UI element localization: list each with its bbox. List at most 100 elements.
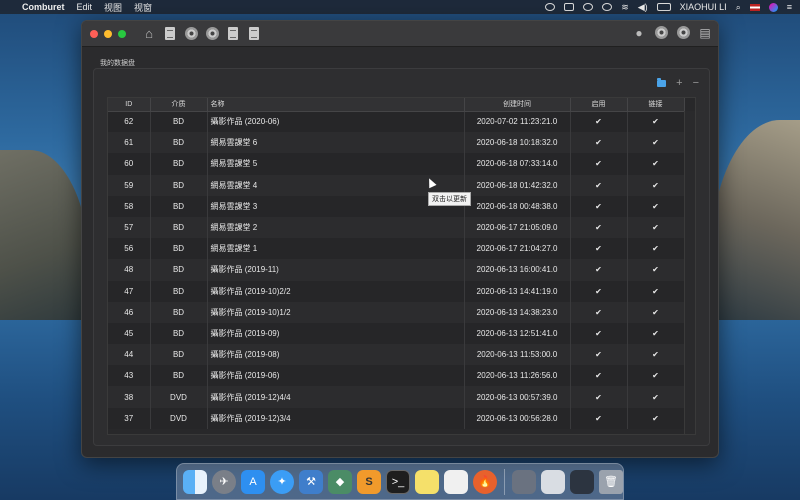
volume-icon[interactable]: ◀) <box>638 2 648 13</box>
column-header-id[interactable]: ID <box>108 98 151 112</box>
cell-link[interactable]: ✔ <box>627 153 685 175</box>
notes-icon[interactable] <box>415 469 439 494</box>
remove-icon[interactable]: − <box>693 77 699 89</box>
table-row[interactable]: 62 BD 攝影作品 (2020-06) 2020-07-02 11:23:21.0 ✔… <box>108 111 685 133</box>
textedit-icon[interactable] <box>444 469 468 494</box>
folder-icon[interactable] <box>657 77 667 87</box>
table-row[interactable]: 45 BD 攝影作品 (2019-09) 2020-06-13 12:51:41.0 ✔… <box>108 322 685 345</box>
cell-link[interactable]: ✔ <box>627 111 685 133</box>
cell-link[interactable]: ✔ <box>627 344 685 366</box>
cell-link[interactable]: ✔ <box>627 365 685 387</box>
storage-icon[interactable]: ▤ <box>698 25 712 40</box>
file-icon[interactable] <box>226 26 240 41</box>
disc-burn-icon[interactable] <box>654 25 668 40</box>
disc-icon[interactable] <box>184 26 198 41</box>
column-header-name[interactable]: 名称 <box>207 98 465 112</box>
cell-enabled[interactable]: ✔ <box>570 365 628 387</box>
column-header-enabled[interactable]: 启用 <box>570 98 628 112</box>
zoom-window-button[interactable] <box>118 29 126 38</box>
cell-enabled[interactable]: ✔ <box>570 301 628 323</box>
cell-enabled[interactable]: ✔ <box>570 344 628 366</box>
cell-name: 網易雲課堂 3 <box>207 195 465 217</box>
add-icon[interactable]: + <box>676 77 682 89</box>
cell-enabled[interactable]: ✔ <box>570 322 628 345</box>
finder-icon[interactable] <box>183 469 207 494</box>
table-row[interactable]: 60 BD 網易雲課堂 5 2020-06-18 07:33:14.0 ✔ ✔ <box>108 153 685 175</box>
table-row[interactable]: 58 BD 網易雲課堂 3 2020-06-18 00:48:38.0 ✔ ✔ <box>108 195 685 217</box>
trash-icon[interactable]: 🗑 <box>599 469 623 494</box>
column-header-link[interactable]: 链接 <box>627 98 685 112</box>
cell-enabled[interactable]: ✔ <box>570 111 628 133</box>
cell-enabled[interactable]: ✔ <box>570 259 628 281</box>
column-header-created[interactable]: 创建时间 <box>464 98 571 112</box>
time-machine-icon[interactable] <box>583 3 594 11</box>
screenshots-icon[interactable] <box>570 469 594 494</box>
cell-link[interactable]: ✔ <box>627 174 685 196</box>
safari-icon[interactable]: ✦ <box>270 469 294 494</box>
cell-link[interactable]: ✔ <box>627 216 685 239</box>
cell-enabled[interactable]: ✔ <box>570 407 628 429</box>
downloads-icon[interactable] <box>512 469 536 494</box>
wifi-icon[interactable]: ≋ <box>621 2 629 13</box>
cell-link[interactable]: ✔ <box>627 259 685 281</box>
home-icon[interactable]: ⌂ <box>142 26 156 41</box>
cell-link[interactable]: ✔ <box>627 407 685 429</box>
spotlight-search-icon[interactable]: ⌕ <box>736 2 741 13</box>
menu-edit[interactable]: Edit <box>77 2 93 12</box>
menu-window[interactable]: 视窗 <box>134 1 152 14</box>
siri-icon[interactable] <box>768 2 778 12</box>
cell-enabled[interactable]: ✔ <box>570 280 628 302</box>
table-row[interactable]: 56 BD 網易雲課堂 1 2020-06-17 21:04:27.0 ✔ ✔ <box>108 238 685 260</box>
user-icon[interactable]: ● <box>632 25 646 40</box>
table-row[interactable]: 37 DVD 攝影作品 (2019-12)3/4 2020-06-13 00:56:2… <box>108 407 685 429</box>
cell-enabled[interactable]: ✔ <box>570 216 628 239</box>
cell-enabled[interactable]: ✔ <box>570 132 628 154</box>
table-row[interactable]: 38 DVD 攝影作品 (2019-12)4/4 2020-06-13 00:57:3… <box>108 386 685 408</box>
table-row[interactable]: 43 BD 攝影作品 (2019-06) 2020-06-13 11:26:56.0 ✔… <box>108 365 685 387</box>
cell-enabled[interactable]: ✔ <box>570 195 628 217</box>
minimize-window-button[interactable] <box>104 29 112 38</box>
table-row[interactable]: 46 BD 攝影作品 (2019-10)1/2 2020-06-13 14:38:23… <box>108 301 685 323</box>
cell-link[interactable]: ✔ <box>627 322 685 345</box>
table-row[interactable]: 48 BD 攝影作品 (2019-11) 2020-06-13 16:00:41.0 ✔… <box>108 259 685 281</box>
close-window-button[interactable] <box>90 29 98 38</box>
cell-link[interactable]: ✔ <box>627 386 685 408</box>
terminal-icon[interactable]: >_ <box>386 469 410 494</box>
menu-view[interactable]: 视图 <box>104 1 122 14</box>
user-name[interactable]: XIAOHUI LI <box>680 2 727 12</box>
launchpad-icon[interactable]: ✈ <box>212 469 236 494</box>
cell-link[interactable]: ✔ <box>627 238 685 260</box>
input-source-flag-icon[interactable] <box>749 3 760 11</box>
table-row[interactable]: 59 BD 網易雲課堂 4 2020-06-18 01:42:32.0 ✔ ✔ <box>108 174 685 196</box>
cell-link[interactable]: ✔ <box>627 280 685 302</box>
app-menu[interactable]: Comburet <box>22 2 65 12</box>
table-row[interactable]: 44 BD 攝影作品 (2019-08) 2020-06-13 11:53:00.0 ✔… <box>108 344 685 366</box>
elephant-icon[interactable] <box>564 3 575 11</box>
xcode-icon[interactable]: ⚒ <box>299 469 323 494</box>
table-scrollbar[interactable] <box>684 111 695 434</box>
disc-add-icon[interactable] <box>205 26 219 41</box>
document-list-icon[interactable] <box>163 26 177 41</box>
notification-center-icon[interactable]: ≡ <box>787 2 792 12</box>
cell-enabled[interactable]: ✔ <box>570 174 628 196</box>
comburet-icon[interactable]: 🔥 <box>473 469 497 494</box>
file-export-icon[interactable] <box>247 26 261 41</box>
app-store-icon[interactable]: A <box>241 469 265 494</box>
cell-enabled[interactable]: ✔ <box>570 238 628 260</box>
cloud-sync-icon[interactable] <box>545 3 556 11</box>
table-row[interactable]: 61 BD 網易雲課堂 6 2020-06-18 10:18:32.0 ✔ ✔ <box>108 132 685 154</box>
bluetooth-icon[interactable] <box>602 3 613 11</box>
android-studio-icon[interactable]: ◆ <box>328 469 352 494</box>
table-row[interactable]: 47 BD 攝影作品 (2019-10)2/2 2020-06-13 14:41:19… <box>108 280 685 302</box>
mail-icon[interactable] <box>541 469 565 494</box>
sublime-text-icon[interactable]: S <box>357 469 381 494</box>
cell-link[interactable]: ✔ <box>627 132 685 154</box>
cell-link[interactable]: ✔ <box>627 301 685 323</box>
cell-link[interactable]: ✔ <box>627 195 685 217</box>
cell-enabled[interactable]: ✔ <box>570 386 628 408</box>
disc-library-icon[interactable] <box>676 25 690 40</box>
column-header-media[interactable]: 介质 <box>150 98 208 112</box>
battery-icon[interactable] <box>656 3 671 11</box>
table-row[interactable]: 57 BD 網易雲課堂 2 2020-06-17 21:05:09.0 ✔ ✔ <box>108 216 685 239</box>
cell-enabled[interactable]: ✔ <box>570 153 628 175</box>
